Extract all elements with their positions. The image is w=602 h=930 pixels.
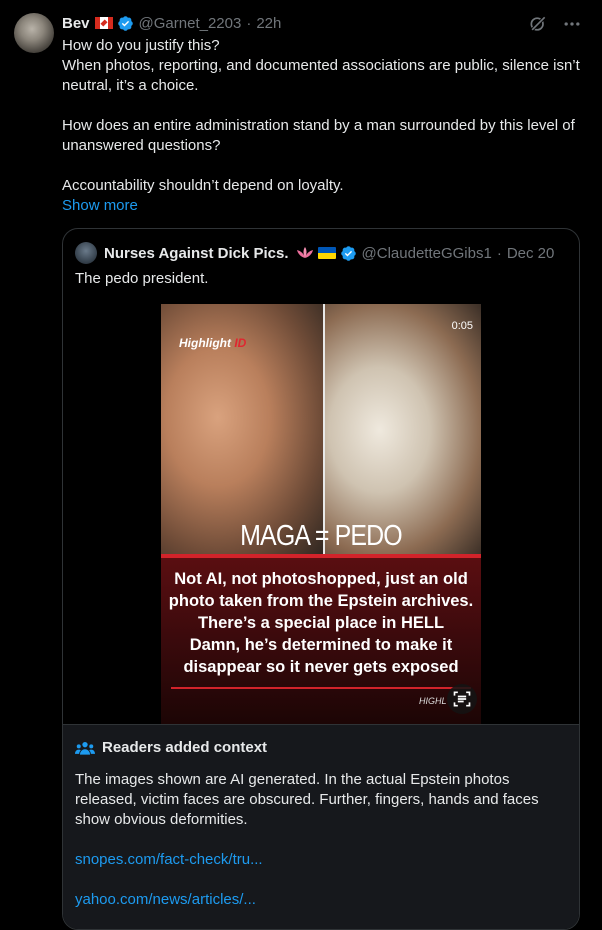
handle[interactable]: @Garnet_2203 xyxy=(139,15,242,32)
quoted-date[interactable]: Dec 20 xyxy=(507,245,555,262)
timestamp[interactable]: 22h xyxy=(256,15,281,32)
post-text-line: How do you justify this? xyxy=(62,37,220,54)
post-text-line: Accountability shouldn’t depend on loyal… xyxy=(62,177,344,194)
separator: · xyxy=(246,14,252,32)
caption-line: disappear so it never gets exposed xyxy=(183,658,459,676)
post: Bev @Garnet_2203 · 22h How do you justif… xyxy=(0,0,602,930)
quoted-avatar[interactable] xyxy=(75,242,97,264)
show-more-link[interactable]: Show more xyxy=(62,196,138,216)
grok-icon[interactable] xyxy=(528,14,548,34)
video-headline: MAGA = PEDO xyxy=(240,520,403,552)
context-title: Readers added context xyxy=(75,739,267,756)
avatar[interactable] xyxy=(14,13,54,53)
quoted-text: The pedo president. xyxy=(75,270,209,287)
post-text-line: When photos, reporting, and documented a… xyxy=(62,57,580,94)
scan-icon xyxy=(453,691,471,707)
logo-accent: ID xyxy=(234,336,247,350)
verified-badge-icon xyxy=(340,245,356,261)
red-underline xyxy=(171,687,471,689)
video-player[interactable]: Highlight ID 0:05 MAGA = PEDO Not AI, no… xyxy=(161,304,481,724)
caption-line: photo taken from the Epstein archives. xyxy=(168,592,474,610)
post-actions-top xyxy=(528,14,582,34)
video-duration: 0:05 xyxy=(451,320,473,332)
people-icon xyxy=(75,741,95,755)
readers-context-note: Readers added context The images shown a… xyxy=(63,724,579,929)
canada-flag-icon xyxy=(94,17,113,29)
context-title-text: Readers added context xyxy=(102,739,268,756)
context-link-yahoo[interactable]: yahoo.com/news/articles/... xyxy=(75,890,256,910)
post-header: Bev @Garnet_2203 · 22h xyxy=(62,13,281,33)
context-body: The images shown are AI generated. In th… xyxy=(75,771,539,828)
separator: · xyxy=(496,244,502,262)
quoted-display-name[interactable]: Nurses Against Dick Pics. xyxy=(104,245,289,262)
caption-line: Not AI, not photoshopped, just an old xyxy=(174,570,468,588)
post-text-line: How does an entire administration stand … xyxy=(62,117,575,154)
frame-divider xyxy=(323,304,325,556)
quoted-post[interactable]: Nurses Against Dick Pics. @ClaudetteGGib… xyxy=(62,228,580,930)
post-text: How do you justify this? When photos, re… xyxy=(62,36,582,196)
context-link-snopes[interactable]: snopes.com/fact-check/tru... xyxy=(75,850,263,870)
display-name[interactable]: Bev xyxy=(62,15,90,32)
caption-line: Damn, he’s determined to make it xyxy=(189,636,453,654)
quoted-handle[interactable]: @ClaudetteGGibs1 xyxy=(362,245,492,262)
watermark: HIGHL xyxy=(419,696,447,706)
video-frame-right xyxy=(325,304,481,556)
highlight-logo: Highlight ID xyxy=(179,336,246,350)
quoted-post-header: Nurses Against Dick Pics. @ClaudetteGGib… xyxy=(75,242,555,264)
video-caption: Not AI, not photoshopped, just an old ph… xyxy=(167,568,475,678)
logo-main: Highlight xyxy=(179,336,231,350)
verified-badge-icon xyxy=(117,15,133,31)
ukraine-flag-icon xyxy=(317,247,336,259)
more-icon[interactable] xyxy=(562,14,582,34)
lotus-icon xyxy=(296,247,313,258)
scan-text-button[interactable] xyxy=(447,684,477,714)
caption-line: There’s a special place in HELL xyxy=(197,614,445,632)
